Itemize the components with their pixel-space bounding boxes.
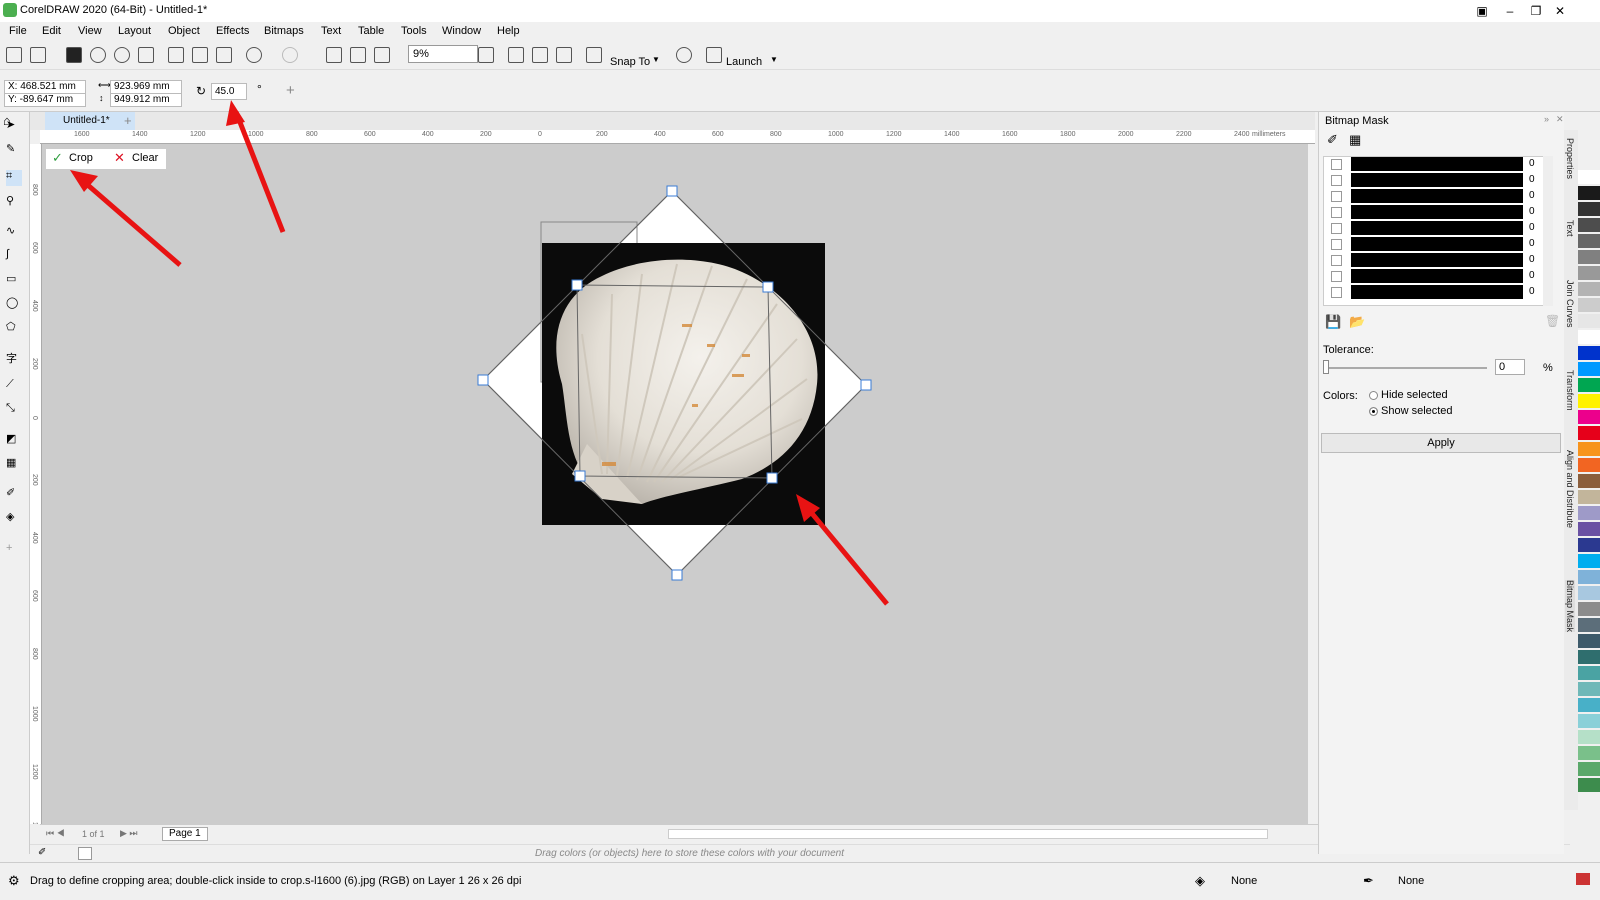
mask-color-list: 0 0 0 0 0 0 0 0 0: [1323, 156, 1545, 306]
palette-swatch[interactable]: [1578, 250, 1600, 264]
fill-status[interactable]: None: [1231, 875, 1257, 887]
palette-swatch[interactable]: [1578, 298, 1600, 312]
mask-row[interactable]: 0: [1331, 157, 1543, 172]
palette-swatch[interactable]: [1578, 506, 1600, 520]
mask-row[interactable]: 0: [1331, 173, 1543, 188]
bitmap-mask-docker: Bitmap Mask » ✕ ✐ ▦ 0 0 0 0 0 0 0 0 0 💾 …: [1318, 112, 1564, 854]
palette-swatch[interactable]: [1578, 778, 1600, 792]
save-mask-icon[interactable]: 💾: [1325, 314, 1341, 330]
palette-swatch[interactable]: [1578, 410, 1600, 424]
percent-label: %: [1543, 362, 1553, 374]
palette-swatch[interactable]: [1578, 570, 1600, 584]
horizontal-scrollbar[interactable]: [668, 829, 1268, 839]
tab-join-curves[interactable]: Join Curves: [1565, 280, 1575, 328]
palette-swatch[interactable]: [1578, 746, 1600, 760]
docker-tabs: Properties Text Join Curves Transform Al…: [1564, 130, 1578, 810]
outline-status[interactable]: None: [1398, 875, 1424, 887]
edit-color-icon[interactable]: ▦: [1349, 132, 1361, 148]
no-color-swatch[interactable]: [78, 847, 92, 860]
document-palette-hint: Drag colors (or objects) here to store t…: [535, 848, 845, 859]
color-management-icon[interactable]: [1576, 873, 1590, 885]
page-count: 1 of 1: [82, 829, 105, 839]
palette-swatch[interactable]: [1578, 282, 1600, 296]
tolerance-input[interactable]: 0: [1495, 359, 1525, 375]
gear-icon[interactable]: ⚙: [8, 873, 20, 889]
mask-row[interactable]: 0: [1331, 269, 1543, 284]
palette-swatch[interactable]: [1578, 170, 1600, 184]
palette-swatch[interactable]: [1578, 186, 1600, 200]
palette-swatch[interactable]: [1578, 538, 1600, 552]
tab-align-distribute[interactable]: Align and Distribute: [1565, 450, 1575, 528]
palette-swatch[interactable]: [1578, 330, 1600, 344]
page-1-tab[interactable]: Page 1: [162, 827, 208, 841]
status-message: Drag to define cropping area; double-cli…: [30, 875, 306, 887]
color-selector-icon[interactable]: ✐: [1327, 132, 1338, 148]
mask-row[interactable]: 0: [1331, 253, 1543, 268]
palette-swatch[interactable]: [1578, 522, 1600, 536]
palette-swatch[interactable]: [1578, 362, 1600, 376]
outline-pen-icon: ✒: [1363, 873, 1374, 888]
hide-selected-radio[interactable]: [1369, 391, 1378, 400]
colors-label: Colors:: [1323, 390, 1358, 402]
palette-swatch[interactable]: [1578, 218, 1600, 232]
palette-swatch[interactable]: [1578, 490, 1600, 504]
mask-row[interactable]: 0: [1331, 221, 1543, 236]
palette-swatch[interactable]: [1578, 234, 1600, 248]
palette-swatch[interactable]: [1578, 586, 1600, 600]
fill-icon: ◈: [1195, 873, 1205, 888]
docker-collapse-icon[interactable]: »: [1544, 114, 1549, 124]
tab-bitmap-mask[interactable]: Bitmap Mask: [1565, 580, 1575, 633]
mask-row[interactable]: 0: [1331, 189, 1543, 204]
palette-swatch[interactable]: [1578, 202, 1600, 216]
palette-swatch[interactable]: [1578, 714, 1600, 728]
palette-swatch[interactable]: [1578, 682, 1600, 696]
tab-properties[interactable]: Properties: [1565, 138, 1575, 179]
show-selected-radio[interactable]: [1369, 407, 1378, 416]
status-bar: ⚙ Drag to define cropping area; double-c…: [0, 862, 1600, 900]
tolerance-slider-thumb[interactable]: [1323, 360, 1329, 374]
docker-close-icon[interactable]: ✕: [1556, 114, 1564, 125]
color-palette: [1578, 170, 1600, 840]
page-nav-arrows[interactable]: ⏮ ◀: [46, 828, 65, 839]
palette-swatch[interactable]: [1578, 698, 1600, 712]
palette-swatch[interactable]: [1578, 602, 1600, 616]
palette-swatch[interactable]: [1578, 266, 1600, 280]
palette-swatch[interactable]: [1578, 650, 1600, 664]
palette-swatch[interactable]: [1578, 426, 1600, 440]
mask-row[interactable]: 0: [1331, 205, 1543, 220]
palette-swatch[interactable]: [1578, 378, 1600, 392]
tab-text[interactable]: Text: [1565, 220, 1575, 237]
object-info: s-l1600 (6).jpg (RGB) on Layer 1 26 x 26…: [305, 875, 522, 887]
palette-swatch[interactable]: [1578, 666, 1600, 680]
eyedropper-icon[interactable]: ✐: [38, 847, 46, 858]
mask-list-scrollbar[interactable]: [1543, 156, 1553, 306]
palette-swatch[interactable]: [1578, 346, 1600, 360]
hide-selected-label: Hide selected: [1381, 389, 1448, 401]
palette-swatch[interactable]: [1578, 394, 1600, 408]
trash-icon[interactable]: 🗑: [1545, 314, 1560, 328]
palette-swatch[interactable]: [1578, 458, 1600, 472]
mask-row[interactable]: 0: [1331, 285, 1543, 300]
palette-swatch[interactable]: [1578, 442, 1600, 456]
docker-title: Bitmap Mask: [1325, 115, 1389, 127]
palette-swatch[interactable]: [1578, 554, 1600, 568]
palette-swatch[interactable]: [1578, 762, 1600, 776]
tolerance-slider[interactable]: [1325, 367, 1487, 369]
tab-transform[interactable]: Transform: [1565, 370, 1575, 411]
show-selected-label: Show selected: [1381, 405, 1453, 417]
tolerance-label: Tolerance:: [1323, 344, 1374, 356]
open-mask-icon[interactable]: 📂: [1349, 314, 1365, 330]
mask-row[interactable]: 0: [1331, 237, 1543, 252]
page-nav-forward[interactable]: ▶ ⏭: [120, 828, 138, 839]
palette-swatch[interactable]: [1578, 634, 1600, 648]
apply-button[interactable]: Apply: [1321, 433, 1561, 453]
palette-swatch[interactable]: [1578, 474, 1600, 488]
vertical-scrollbar[interactable]: [1308, 144, 1318, 824]
palette-swatch[interactable]: [1578, 314, 1600, 328]
palette-swatch[interactable]: [1578, 730, 1600, 744]
palette-swatch[interactable]: [1578, 618, 1600, 632]
page-navigator: ⏮ ◀ 1 of 1 ▶ ⏭ Page 1: [40, 824, 1320, 844]
